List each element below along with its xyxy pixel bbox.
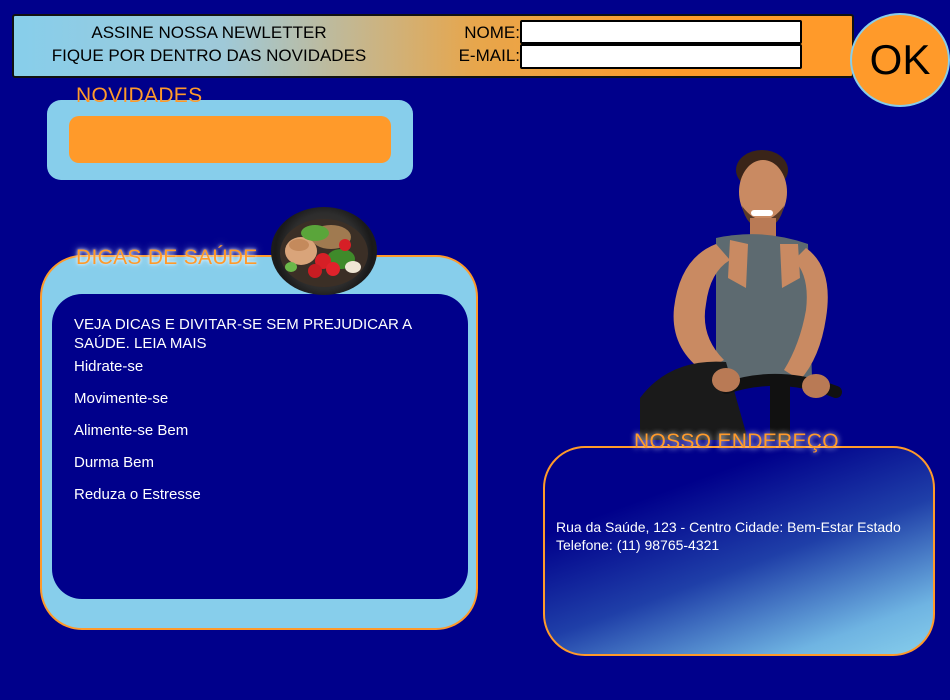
newsletter-subheading: FIQUE POR DENTRO DAS NOVIDADES bbox=[51, 46, 367, 65]
newsletter-heading: ASSINE NOSSA NEWLETTER bbox=[91, 23, 327, 42]
name-input[interactable] bbox=[520, 20, 802, 44]
novidades-panel bbox=[47, 100, 413, 180]
salad-bowl-image bbox=[271, 207, 377, 295]
endereco-panel: Rua da Saúde, 123 - Centro Cidade: Bem-E… bbox=[543, 446, 935, 656]
endereco-text: Rua da Saúde, 123 - Centro Cidade: Bem-E… bbox=[556, 518, 936, 554]
novidades-content-bar bbox=[69, 116, 391, 163]
newsletter-bar: ASSINE NOSSA NEWLETTER FIQUE POR DENTRO … bbox=[12, 13, 950, 107]
dicas-intro-text[interactable]: VEJA DICAS E DIVITAR-SE SEM PREJUDICAR A… bbox=[74, 315, 454, 353]
man-on-exercise-bike-image bbox=[630, 148, 850, 440]
dicas-title: DICAS DE SAÚDE bbox=[76, 246, 258, 269]
ok-button[interactable]: OK bbox=[850, 13, 950, 107]
endereco-title: NOSSO ENDEREÇO bbox=[634, 430, 839, 453]
email-label: E-MAIL: bbox=[458, 46, 520, 65]
dicas-list: Hidrate-se Movimente-se Alimente-se Bem … bbox=[74, 358, 201, 518]
list-item: Hidrate-se bbox=[74, 358, 144, 375]
novidades-title: NOVIDADES bbox=[76, 84, 203, 107]
list-item: Durma Bem bbox=[74, 454, 155, 471]
dicas-content: VEJA DICAS E DIVITAR-SE SEM PREJUDICAR A… bbox=[52, 294, 468, 599]
endereco-address: Rua da Saúde, 123 - Centro Cidade: Bem-E… bbox=[556, 519, 901, 535]
name-label: NOME: bbox=[464, 23, 520, 42]
email-input[interactable] bbox=[520, 44, 802, 69]
list-item: Movimente-se bbox=[74, 390, 169, 407]
endereco-phone: Telefone: (11) 98765-4321 bbox=[556, 537, 720, 553]
list-item: Alimente-se Bem bbox=[74, 422, 189, 439]
list-item: Reduza o Estresse bbox=[74, 486, 201, 503]
